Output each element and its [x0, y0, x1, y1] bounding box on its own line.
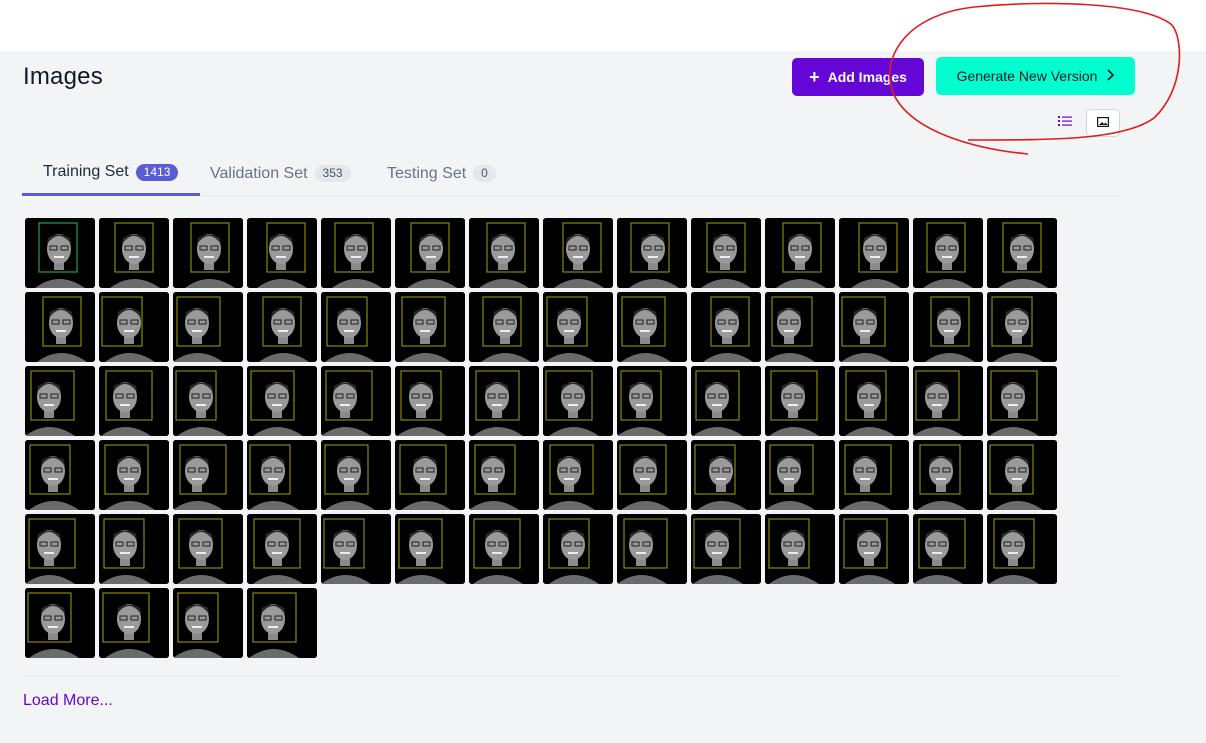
image-thumbnail[interactable]: [247, 366, 317, 436]
images-page: Images + Add Images Generate New Version: [0, 51, 1206, 743]
image-thumbnail[interactable]: [25, 366, 95, 436]
image-thumbnail[interactable]: [173, 588, 243, 658]
image-thumbnail[interactable]: [99, 366, 169, 436]
image-thumbnail[interactable]: [543, 218, 613, 288]
image-thumbnail[interactable]: [173, 440, 243, 510]
count-badge: 353: [314, 165, 351, 182]
image-thumbnail[interactable]: [987, 440, 1057, 510]
image-thumbnail[interactable]: [617, 514, 687, 584]
image-thumbnail[interactable]: [839, 292, 909, 362]
tab-validation-set[interactable]: Validation Set 353: [210, 151, 351, 196]
tab-label: Training Set: [43, 163, 129, 180]
tab-label: Testing Set: [387, 164, 467, 182]
image-thumbnail[interactable]: [173, 366, 243, 436]
image-icon: [1097, 114, 1110, 132]
image-thumbnail[interactable]: [913, 514, 983, 584]
image-thumbnail[interactable]: [913, 440, 983, 510]
image-thumbnail[interactable]: [839, 366, 909, 436]
image-thumbnail[interactable]: [469, 440, 539, 510]
image-thumbnail[interactable]: [99, 514, 169, 584]
page-title: Images: [23, 63, 103, 90]
image-thumbnail[interactable]: [617, 292, 687, 362]
plus-icon: +: [809, 67, 820, 87]
image-thumbnail[interactable]: [247, 514, 317, 584]
image-thumbnail[interactable]: [691, 366, 761, 436]
list-view-toggle[interactable]: [1050, 110, 1080, 136]
image-thumbnail[interactable]: [173, 514, 243, 584]
image-thumbnail[interactable]: [987, 292, 1057, 362]
list-icon: [1058, 114, 1072, 132]
tab-training-set[interactable]: Training Set 1413: [22, 151, 200, 196]
image-thumbnail[interactable]: [25, 588, 95, 658]
image-thumbnail[interactable]: [691, 440, 761, 510]
image-thumbnail[interactable]: [469, 292, 539, 362]
chevron-right-icon: [1106, 68, 1115, 84]
image-thumbnail[interactable]: [321, 514, 391, 584]
image-thumbnail[interactable]: [25, 292, 95, 362]
image-thumbnail[interactable]: [617, 218, 687, 288]
image-thumbnail[interactable]: [765, 514, 835, 584]
tab-testing-set[interactable]: Testing Set 0: [387, 151, 496, 196]
image-thumbnail[interactable]: [99, 440, 169, 510]
image-thumbnail[interactable]: [765, 366, 835, 436]
image-thumbnail[interactable]: [543, 440, 613, 510]
image-thumbnail[interactable]: [987, 514, 1057, 584]
count-badge: 1413: [135, 163, 179, 181]
image-thumbnail[interactable]: [765, 218, 835, 288]
image-thumbnail[interactable]: [25, 440, 95, 510]
image-thumbnail[interactable]: [321, 218, 391, 288]
count-badge: 0: [473, 165, 496, 182]
image-thumbnail[interactable]: [247, 588, 317, 658]
dataset-tabs: Training Set 1413 Validation Set 353 Tes…: [22, 151, 1120, 196]
image-thumbnail[interactable]: [247, 292, 317, 362]
divider: [22, 675, 1120, 676]
image-thumbnail[interactable]: [469, 514, 539, 584]
image-thumbnail[interactable]: [99, 218, 169, 288]
image-thumbnail[interactable]: [543, 366, 613, 436]
image-thumbnail[interactable]: [913, 218, 983, 288]
image-thumbnail[interactable]: [765, 292, 835, 362]
image-thumbnail[interactable]: [321, 292, 391, 362]
image-thumbnail[interactable]: [247, 440, 317, 510]
image-thumbnail[interactable]: [543, 292, 613, 362]
image-thumbnail[interactable]: [173, 218, 243, 288]
image-thumbnail[interactable]: [839, 514, 909, 584]
image-thumbnail[interactable]: [987, 366, 1057, 436]
image-thumbnail[interactable]: [99, 588, 169, 658]
image-thumbnail[interactable]: [617, 440, 687, 510]
image-thumbnail[interactable]: [617, 366, 687, 436]
image-thumbnail[interactable]: [25, 514, 95, 584]
image-thumbnail[interactable]: [691, 218, 761, 288]
generate-new-version-button[interactable]: Generate New Version: [936, 57, 1135, 95]
image-thumbnail[interactable]: [839, 218, 909, 288]
image-thumbnail[interactable]: [25, 218, 95, 288]
image-thumbnail[interactable]: [247, 218, 317, 288]
image-thumbnail[interactable]: [395, 218, 465, 288]
top-bar: [0, 0, 1206, 51]
image-thumbnail[interactable]: [395, 292, 465, 362]
image-thumbnail[interactable]: [395, 440, 465, 510]
image-thumbnail[interactable]: [321, 366, 391, 436]
image-thumbnail[interactable]: [469, 366, 539, 436]
image-thumbnail[interactable]: [543, 514, 613, 584]
image-thumbnail[interactable]: [321, 440, 391, 510]
image-thumbnail[interactable]: [765, 440, 835, 510]
generate-label: Generate New Version: [956, 68, 1098, 84]
image-thumbnail[interactable]: [395, 514, 465, 584]
image-thumbnail[interactable]: [691, 292, 761, 362]
image-thumbnail[interactable]: [691, 514, 761, 584]
image-thumbnail[interactable]: [395, 366, 465, 436]
image-thumbnail[interactable]: [469, 218, 539, 288]
load-more-link[interactable]: Load More...: [23, 692, 113, 710]
grid-view-toggle[interactable]: [1086, 109, 1120, 137]
image-thumbnail[interactable]: [913, 366, 983, 436]
image-thumbnail[interactable]: [913, 292, 983, 362]
image-thumbnail[interactable]: [839, 440, 909, 510]
image-thumbnail[interactable]: [173, 292, 243, 362]
tab-label: Validation Set: [210, 164, 308, 182]
image-thumbnail[interactable]: [987, 218, 1057, 288]
image-thumbnail[interactable]: [99, 292, 169, 362]
add-images-button[interactable]: + Add Images: [792, 58, 924, 96]
add-images-label: Add Images: [827, 69, 907, 85]
